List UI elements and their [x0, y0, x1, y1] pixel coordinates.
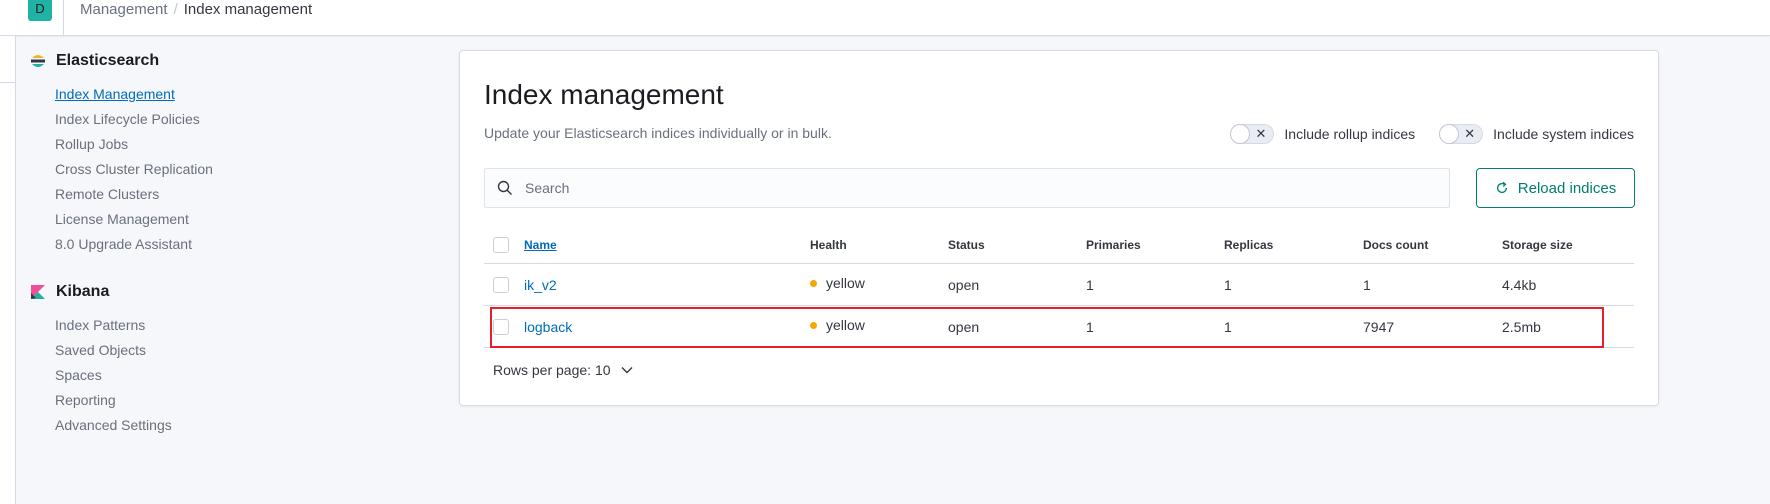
toggle-rollup-indices[interactable]: ✕ Include rollup indices [1230, 124, 1415, 144]
header-divider [63, 0, 64, 36]
primaries-cell: 1 [1086, 276, 1094, 293]
chevron-down-icon [621, 367, 633, 374]
sidebar-group-title: Kibana [56, 283, 110, 300]
search-input[interactable] [525, 180, 1425, 196]
table-row: logback yellow open 1 1 7947 2.5mb [484, 306, 1634, 348]
health-dot-icon [810, 322, 817, 329]
row-checkbox[interactable] [493, 318, 509, 335]
search-icon [497, 180, 512, 195]
breadcrumb-management[interactable]: Management [80, 1, 168, 18]
toggle-group: ✕ Include rollup indices ✕ Include syste… [1206, 124, 1634, 144]
health-cell: yellow [810, 317, 865, 333]
refresh-icon [1496, 181, 1507, 194]
index-name-link[interactable]: logback [524, 319, 572, 335]
primaries-cell: 1 [1086, 318, 1094, 335]
switch-control[interactable]: ✕ [1439, 124, 1484, 144]
health-cell: yellow [810, 275, 865, 291]
switch-control[interactable]: ✕ [1230, 124, 1275, 144]
sidebar-group-title: Elasticsearch [56, 52, 160, 69]
highlight-box [490, 307, 1604, 348]
breadcrumb-current: Index management [183, 1, 313, 18]
column-header-status: Status [948, 237, 985, 252]
reload-label: Reload indices [1517, 179, 1617, 197]
storage-size-cell: 2.5mb [1502, 318, 1541, 335]
sidebar-item-cross-cluster-replication[interactable]: Cross Cluster Replication [30, 157, 430, 182]
health-text: yellow [826, 274, 865, 291]
sidebar-item-index-patterns[interactable]: Index Patterns [30, 313, 430, 338]
health-text: yellow [826, 316, 865, 333]
sidebar-group-kibana: Kibana Index Patterns Saved Objects Spac… [30, 281, 430, 438]
health-dot-icon [810, 280, 817, 287]
index-management-panel: Index management Update your Elasticsear… [459, 50, 1659, 406]
page-subtitle: Update your Elasticsearch indices indivi… [484, 125, 832, 141]
table-row: ik_v2 yellow open 1 1 1 4.4kb [484, 264, 1634, 306]
toggle-label: Include system indices [1493, 126, 1634, 142]
storage-size-cell: 4.4kb [1502, 276, 1537, 293]
sidebar-group-header: Elasticsearch [30, 50, 430, 72]
sidebar-item-index-management[interactable]: Index Management [30, 82, 430, 107]
sidebar-item-reporting[interactable]: Reporting [30, 388, 430, 413]
top-header: D Management / Index management [0, 0, 1770, 36]
replicas-cell: 1 [1224, 276, 1232, 293]
elasticsearch-logo-icon [31, 55, 45, 67]
toggle-label: Include rollup indices [1284, 126, 1416, 142]
sidebar-group-header: Kibana [30, 281, 430, 303]
sidebar-item-remote-clusters[interactable]: Remote Clusters [30, 182, 430, 207]
sidebar-item-spaces[interactable]: Spaces [30, 363, 430, 388]
docs-count-cell: 1 [1363, 276, 1371, 293]
breadcrumb-separator: / [173, 1, 178, 18]
kibana-logo-icon [31, 285, 45, 299]
column-header-storage-size: Storage size [1502, 237, 1573, 252]
reload-indices-button[interactable]: Reload indices [1476, 168, 1635, 208]
row-checkbox[interactable] [493, 276, 509, 293]
management-sidebar: Elasticsearch Index Management Index Lif… [30, 50, 430, 462]
sidebar-item-rollup-jobs[interactable]: Rollup Jobs [30, 132, 430, 157]
search-box[interactable] [484, 168, 1450, 208]
docs-count-cell: 7947 [1363, 318, 1395, 335]
close-icon: ✕ [1464, 126, 1476, 141]
sidebar-item-index-lifecycle-policies[interactable]: Index Lifecycle Policies [30, 107, 430, 132]
indices-table: Name Health Status Primaries Replicas Do… [484, 226, 1634, 348]
switch-knob [1439, 124, 1460, 144]
column-header-primaries: Primaries [1086, 237, 1141, 252]
nav-strip-divider [0, 82, 16, 83]
column-header-health: Health [810, 237, 847, 252]
status-cell: open [948, 276, 980, 293]
rows-per-page-selector[interactable]: Rows per page: 10 [493, 362, 633, 378]
status-cell: open [948, 318, 980, 335]
collapsed-nav-strip [0, 36, 16, 504]
index-name-link[interactable]: ik_v2 [524, 277, 557, 293]
avatar[interactable]: D [28, 0, 52, 21]
rows-per-page-label: Rows per page: 10 [493, 362, 611, 378]
toggle-system-indices[interactable]: ✕ Include system indices [1439, 124, 1634, 144]
table-header-row: Name Health Status Primaries Replicas Do… [484, 226, 1634, 264]
column-header-docs-count: Docs count [1363, 237, 1429, 252]
replicas-cell: 1 [1224, 318, 1232, 335]
sidebar-item-advanced-settings[interactable]: Advanced Settings [30, 413, 430, 438]
close-icon: ✕ [1255, 126, 1267, 141]
column-header-replicas: Replicas [1224, 237, 1274, 252]
switch-knob [1230, 124, 1251, 144]
column-header-name[interactable]: Name [524, 238, 557, 252]
sidebar-group-elasticsearch: Elasticsearch Index Management Index Lif… [30, 50, 430, 257]
sidebar-item-license-management[interactable]: License Management [30, 207, 430, 232]
sidebar-item-saved-objects[interactable]: Saved Objects [30, 338, 430, 363]
breadcrumb: Management / Index management [80, 1, 312, 19]
page-title: Index management [484, 79, 724, 110]
sidebar-item-upgrade-assistant[interactable]: 8.0 Upgrade Assistant [30, 232, 430, 257]
select-all-checkbox[interactable] [493, 236, 509, 253]
